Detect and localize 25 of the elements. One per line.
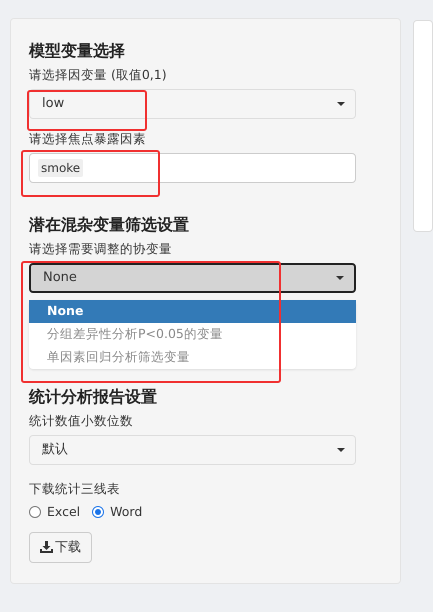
section-heading: 潜在混杂变量筛选设置: [29, 215, 190, 235]
caret-icon: [337, 102, 346, 106]
field-label: 请选择因变量 (取值0,1): [29, 67, 167, 83]
select-dropdown[interactable]: 默认: [29, 435, 356, 465]
field-label: 下载统计三线表: [29, 481, 120, 497]
section-heading: 统计分析报告设置: [29, 387, 158, 407]
dropdown-option[interactable]: 单因素回归分析筛选变量: [29, 346, 356, 369]
tag-input-field[interactable]: smoke: [29, 153, 356, 183]
field-label: 统计数值小数位数: [29, 413, 133, 429]
dropdown-option[interactable]: None: [29, 300, 356, 323]
download-icon: [40, 541, 53, 554]
download-button[interactable]: 下载: [29, 532, 92, 563]
field-label: 请选择焦点暴露因素: [29, 131, 146, 147]
section-heading: 模型变量选择: [29, 41, 126, 61]
field-label: 请选择需要调整的协变量: [29, 241, 172, 257]
radio-button[interactable]: [92, 506, 104, 518]
radio-button[interactable]: [29, 506, 41, 518]
dropdown-option[interactable]: 分组差异性分析P<0.05的变量: [29, 323, 356, 346]
caret-icon: [337, 448, 346, 452]
radio-label: Excel: [47, 503, 80, 521]
select-dropdown[interactable]: None: [29, 263, 356, 293]
tag-chip: smoke: [38, 159, 84, 177]
caret-icon: [336, 276, 344, 280]
radio-label: Word: [110, 503, 142, 521]
select-dropdown[interactable]: low: [29, 89, 356, 119]
